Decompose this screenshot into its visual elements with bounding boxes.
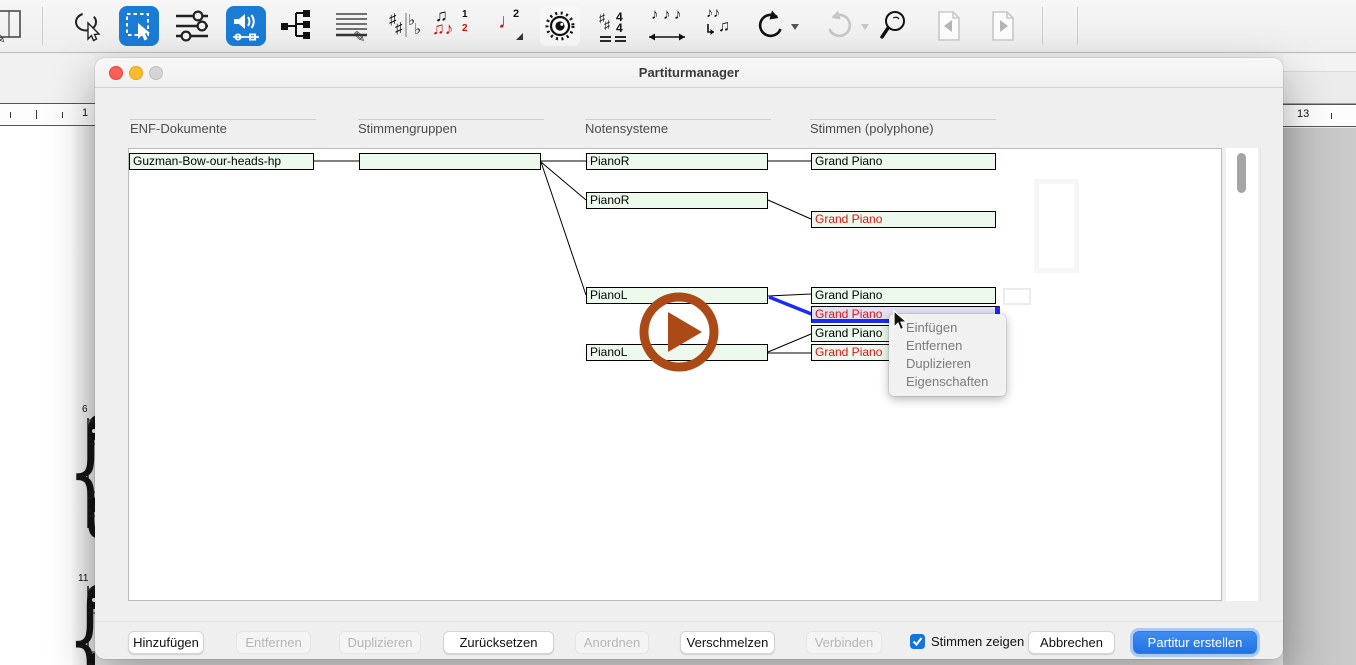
page-band [1283, 73, 1356, 104]
ruler-number: 1 [82, 107, 88, 119]
show-voices-checkbox[interactable] [910, 634, 925, 649]
score-page-right-fragment: 13 [1283, 54, 1356, 665]
mouse-cursor [893, 310, 909, 337]
playback-nodes-icon[interactable] [226, 6, 266, 46]
key-time-signature-icon[interactable]: ♯♯44 [596, 6, 636, 46]
voicegroup-node[interactable] [359, 153, 541, 170]
dialog-titlebar[interactable]: Partiturmanager [95, 58, 1283, 88]
menu-item-remove[interactable]: Entfernen [889, 337, 1006, 355]
voice-2-number: 2 [462, 23, 468, 34]
page-next-icon[interactable] [984, 6, 1024, 46]
cancel-button[interactable]: Abbrechen [1028, 631, 1115, 654]
zoom-icon[interactable] [876, 6, 916, 46]
staff-node[interactable]: PianoR [586, 192, 768, 209]
close-button[interactable] [109, 66, 123, 80]
scrollbar-thumb[interactable] [1237, 153, 1246, 193]
lyrics-edit-icon[interactable]: ✎ [332, 6, 372, 46]
svg-text:♯: ♯ [604, 18, 610, 32]
remove-button: Entfernen [236, 631, 311, 654]
svg-text:♯: ♯ [395, 20, 403, 37]
dialog-title: Partiturmanager [639, 65, 739, 80]
undo-icon[interactable] [750, 6, 790, 46]
horizontal-ruler-right: 13 [1283, 104, 1356, 127]
panel-scrollbar[interactable] [1226, 148, 1258, 601]
gutter-line [1260, 148, 1261, 601]
voice-node[interactable]: Grand Piano [811, 211, 996, 228]
menu-item-properties[interactable]: Eigenschaften [889, 373, 1006, 391]
svg-text:✎: ✎ [0, 30, 6, 44]
footer-divider [95, 621, 1283, 622]
svg-text:♭: ♭ [414, 21, 421, 38]
voice-notes-icon[interactable]: ♫ 1 ♫♪ 2 [432, 6, 478, 46]
column-rule [358, 119, 544, 120]
beam-notes-icon[interactable]: ♪♪ ♫ [700, 6, 740, 46]
hierarchy-icon[interactable] [278, 6, 318, 46]
document-node[interactable]: Guzman-Bow-our-heads-hp [129, 153, 314, 170]
play-triangle-icon [668, 312, 702, 352]
staff-system-fragment-2: 11 { [55, 506, 95, 665]
page-band [1283, 54, 1356, 72]
voice-node[interactable]: Grand Piano [811, 153, 996, 170]
screen: 1 6 { 11 { [0, 0, 1356, 665]
column-rule [585, 119, 771, 120]
svg-text:{: { [67, 563, 95, 665]
column-header-voices: Stimmen (polyphone) [810, 121, 934, 136]
column-header-staves: Notensysteme [585, 121, 668, 136]
voice-node[interactable]: Grand Piano [811, 287, 996, 304]
undo-dropdown-icon[interactable] [788, 6, 802, 46]
corner-triangle [516, 33, 523, 40]
page-previous-icon[interactable] [930, 6, 970, 46]
lasso-select-icon[interactable] [68, 6, 108, 46]
redo-dropdown-icon[interactable] [858, 6, 872, 46]
voice2-note-icon[interactable]: ♩ 2 [490, 6, 530, 46]
column-rule [130, 119, 316, 120]
duplicate-button: Duplizieren [339, 631, 421, 654]
ruler-number: 13 [1297, 108, 1309, 120]
merge-button[interactable]: Verschmelzen [680, 631, 775, 654]
voice-number: 2 [513, 8, 519, 20]
desk-background [1283, 128, 1356, 665]
edit-tool-icon[interactable]: ✎ [0, 6, 28, 46]
eye-icon[interactable] [540, 6, 580, 46]
add-button[interactable]: Hinzufügen [128, 631, 204, 654]
svg-text:✎: ✎ [353, 29, 366, 44]
svg-text:4: 4 [616, 21, 623, 35]
create-score-button[interactable]: Partitur erstellen [1133, 631, 1257, 654]
selection-connector [769, 297, 814, 315]
column-rule [810, 119, 996, 120]
accidentals-icon[interactable]: ♯♯♭♭ [386, 6, 426, 46]
toolbar-separator [1042, 7, 1043, 45]
score-structure-panel: Guzman-Bow-our-heads-hp PianoR Grand Pia… [128, 148, 1222, 601]
reset-button[interactable]: Zurücksetzen [443, 631, 554, 654]
connect-button: Verbinden [806, 631, 882, 654]
partiturmanager-dialog: Partiturmanager ENF-Dokumente Stimmengru… [95, 58, 1283, 659]
show-voices-label[interactable]: Stimmen zeigen [931, 634, 1024, 649]
note-spacing-icon[interactable]: ♪ ♪ ♪ [647, 6, 687, 46]
toolbar-separator [42, 7, 43, 45]
marquee-select-icon[interactable] [119, 6, 159, 46]
main-toolbar: ✎ ✎ ♯♯♭♭ ♫ 1 ♫♪ 2 ♩ [0, 0, 1356, 53]
column-header-voicegroups: Stimmengruppen [358, 121, 457, 136]
menu-item-duplicate[interactable]: Duplizieren [889, 355, 1006, 373]
column-header-documents: ENF-Dokumente [130, 121, 227, 136]
play-button[interactable] [634, 287, 724, 377]
zoom-window-button [149, 66, 163, 80]
horizontal-ruler-left: 1 [0, 103, 95, 126]
staff-node[interactable]: PianoR [586, 153, 768, 170]
voice-1-number: 1 [462, 9, 468, 20]
toolbar-separator [1077, 7, 1078, 45]
redo-icon[interactable] [820, 6, 860, 46]
arrange-button: Anordnen [575, 631, 649, 654]
minimize-button[interactable] [129, 66, 143, 80]
page-margin [0, 54, 95, 103]
mixer-icon[interactable] [172, 6, 212, 46]
score-page-left-fragment: 1 6 { 11 { [0, 54, 95, 665]
